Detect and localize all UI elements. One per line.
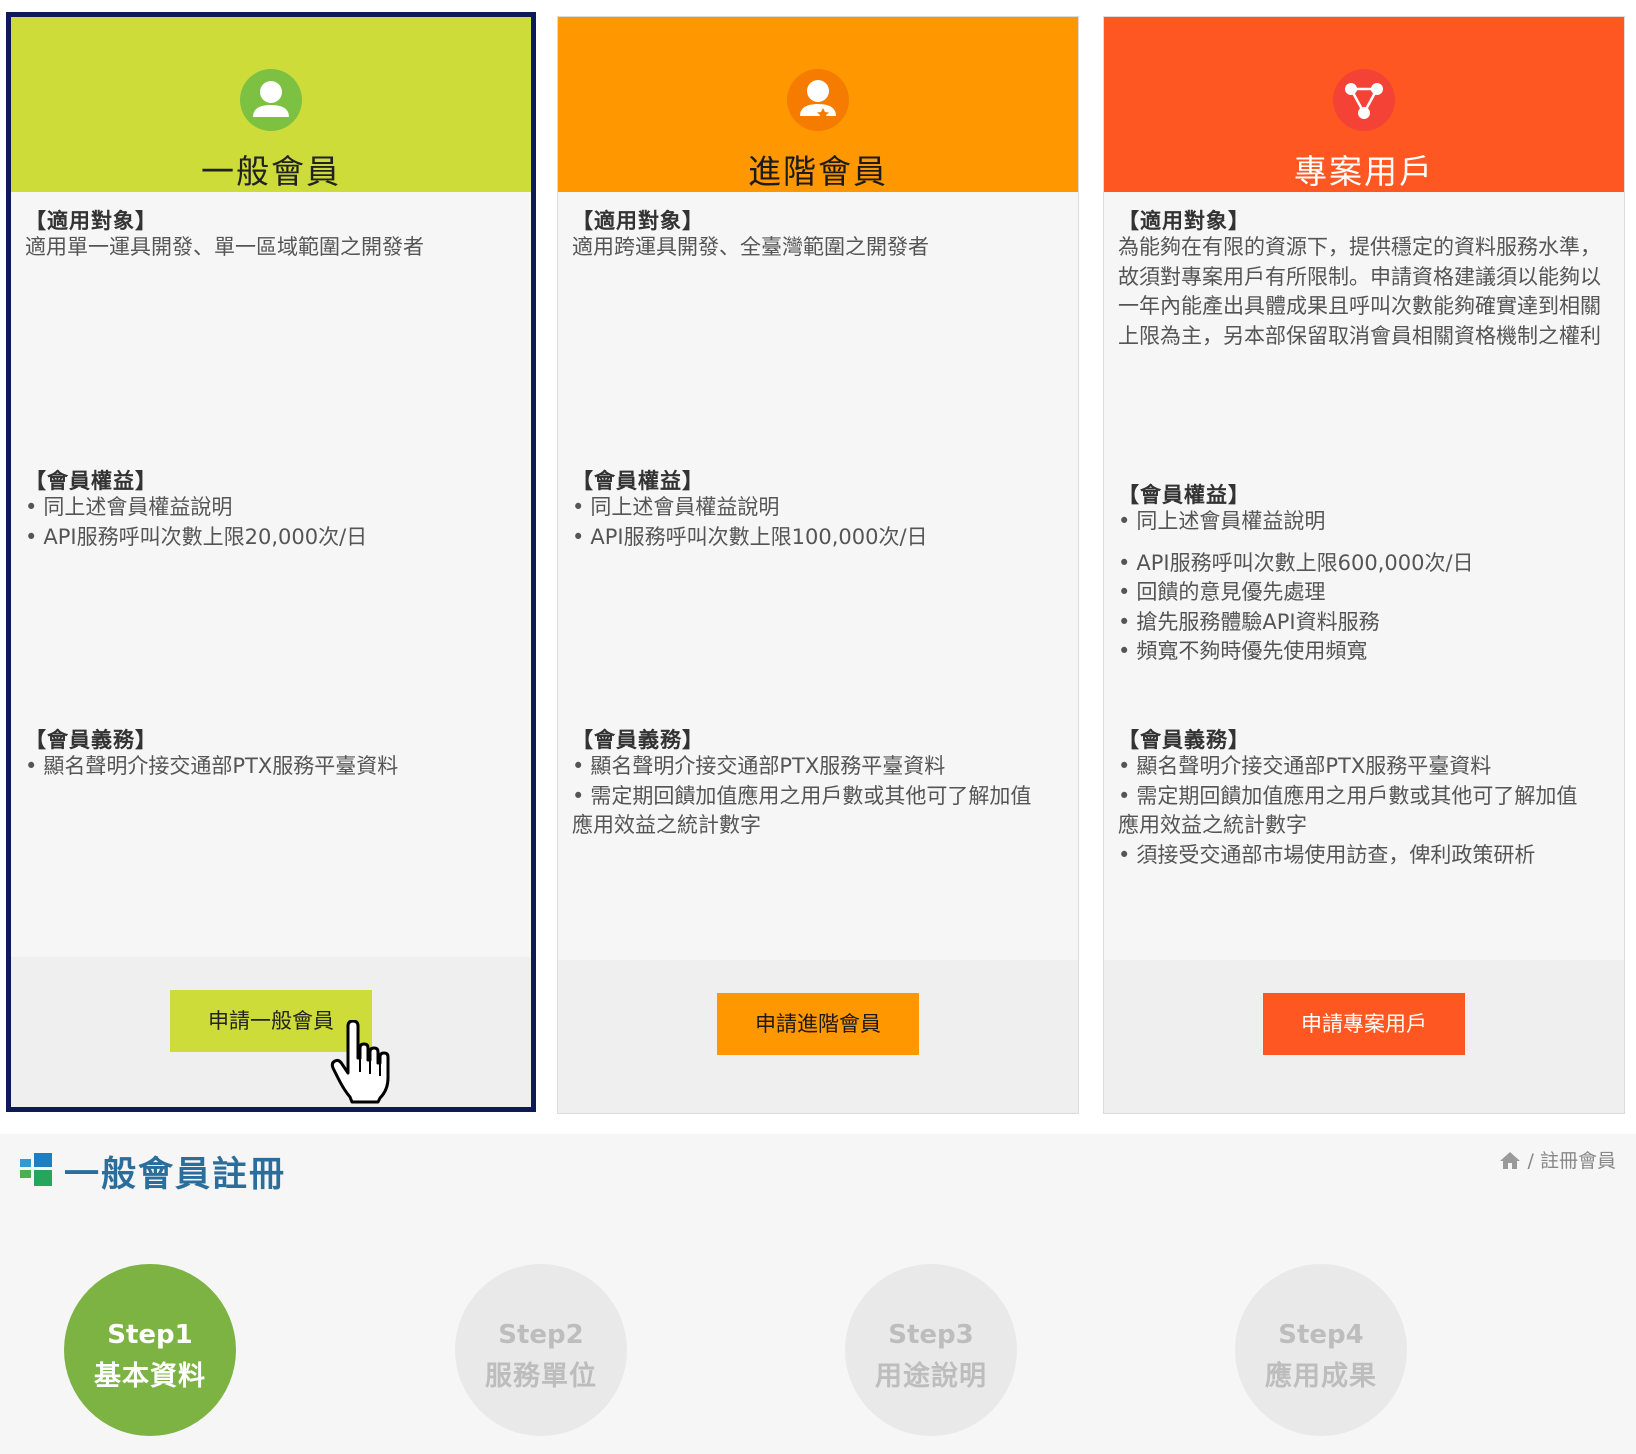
breadcrumb-separator: / <box>1527 1150 1534 1172</box>
plan-card-header: 進階會員 <box>558 17 1078 192</box>
plan-card-header: 專案用戶 <box>1104 17 1624 192</box>
plan-card-advanced[interactable]: 進階會員 【適用對象】 適用跨運具開發、全臺灣範圍之開發者 【會員權益】 同上述… <box>557 16 1079 1114</box>
target-heading: 【適用對象】 <box>1118 209 1250 233</box>
plan-card-project[interactable]: 專案用戶 【適用對象】 為能夠在有限的資源下，提供穩定的資料服務水準，故須對專案… <box>1103 16 1625 1114</box>
step-label: 基本資料 <box>94 1361 206 1392</box>
benefits-list: 同上述會員權益說明 API服務呼叫次數上限100,000次/日 <box>572 493 1064 552</box>
windows-logo-icon <box>20 1151 58 1187</box>
apply-project-button[interactable]: 申請專案用戶 <box>1263 993 1465 1055</box>
benefit-item: 頻寬不夠時優先使用頻寬 <box>1118 637 1610 667</box>
benefits-list: 同上述會員權益說明 API服務呼叫次數上限600,000次/日 回饋的意見優先處… <box>1118 507 1610 667</box>
step-1-basic-info: Step1 基本資料 <box>64 1264 236 1436</box>
target-heading: 【適用對象】 <box>25 209 157 233</box>
target-text: 適用跨運具開發、全臺灣範圍之開發者 <box>572 235 929 259</box>
step-number: Step1 <box>107 1320 193 1350</box>
benefit-item: API服務呼叫次數上限20,000次/日 <box>25 523 519 553</box>
duties-heading: 【會員義務】 <box>1118 728 1250 752</box>
user-star-icon <box>787 69 849 131</box>
network-icon <box>1333 69 1395 131</box>
plan-title: 專案用戶 <box>1294 152 1434 191</box>
step-label: 用途說明 <box>875 1361 987 1392</box>
step-4-results: Step4 應用成果 <box>1235 1264 1407 1436</box>
benefits-list: 同上述會員權益說明 API服務呼叫次數上限20,000次/日 <box>25 493 519 552</box>
duty-item-continued: 應用效益之統計數字 <box>1118 813 1307 837</box>
duty-item: 顯名聲明介接交通部PTX服務平臺資料 <box>25 752 519 782</box>
apply-advanced-button[interactable]: 申請進階會員 <box>717 993 919 1055</box>
target-text: 為能夠在有限的資源下，提供穩定的資料服務水準，故須對專案用戶有所限制。申請資格建… <box>1118 235 1601 348</box>
benefit-item: 同上述會員權益說明 <box>25 493 519 523</box>
step-2-service-unit: Step2 服務單位 <box>455 1264 627 1436</box>
benefit-item: API服務呼叫次數上限600,000次/日 <box>1118 549 1610 579</box>
benefits-heading: 【會員權益】 <box>25 469 157 493</box>
target-heading: 【適用對象】 <box>572 209 704 233</box>
step-label: 服務單位 <box>485 1361 597 1392</box>
duty-item: 顯名聲明介接交通部PTX服務平臺資料 <box>1118 752 1610 782</box>
duty-item: 需定期回饋加值應用之用戶數或其他可了解加值 <box>1118 782 1610 812</box>
duty-item: 顯名聲明介接交通部PTX服務平臺資料 <box>572 752 1064 782</box>
duties-list: 顯名聲明介接交通部PTX服務平臺資料 需定期回饋加值應用之用戶數或其他可了解加值… <box>1118 752 1610 870</box>
benefit-item: 同上述會員權益說明 <box>572 493 1064 523</box>
target-text: 適用單一運具開發、單一區域範圍之開發者 <box>25 235 424 259</box>
page-title: 一般會員註冊 <box>64 1155 287 1195</box>
home-icon[interactable] <box>1499 1150 1521 1170</box>
benefit-item: API服務呼叫次數上限100,000次/日 <box>572 523 1064 553</box>
benefit-item: 回饋的意見優先處理 <box>1118 578 1610 608</box>
breadcrumb-current: 註冊會員 <box>1539 1150 1616 1172</box>
duty-item: 須接受交通部市場使用訪查，俾利政策研析 <box>1118 841 1610 871</box>
plan-card-footer: 申請一般會員 <box>11 957 531 1107</box>
user-icon <box>240 69 302 131</box>
step-label: 應用成果 <box>1265 1361 1377 1392</box>
duties-heading: 【會員義務】 <box>572 728 704 752</box>
breadcrumb: / 註冊會員 <box>1499 1146 1616 1173</box>
benefit-item: 搶先服務體驗API資料服務 <box>1118 608 1610 638</box>
benefits-heading: 【會員權益】 <box>1118 483 1250 507</box>
duties-list: 顯名聲明介接交通部PTX服務平臺資料 需定期回饋加值應用之用戶數或其他可了解加值… <box>572 752 1064 841</box>
step-number: Step4 <box>1278 1320 1364 1350</box>
plan-card-header: 一般會員 <box>11 17 531 192</box>
plan-card-general[interactable]: 一般會員 【適用對象】 適用單一運具開發、單一區域範圍之開發者 【會員權益】 同… <box>6 12 536 1112</box>
benefit-item: 同上述會員權益說明 <box>1118 507 1610 537</box>
step-number: Step2 <box>498 1320 584 1350</box>
duties-heading: 【會員義務】 <box>25 728 157 752</box>
step-number: Step3 <box>888 1320 974 1350</box>
plan-title: 一般會員 <box>201 152 341 191</box>
benefits-heading: 【會員權益】 <box>572 469 704 493</box>
hand-pointer-icon <box>330 1019 396 1104</box>
plan-card-footer: 申請專案用戶 <box>1104 960 1624 1113</box>
registration-section: 一般會員註冊 / 註冊會員 Step1 基本資料 Step2 服務單位 Step… <box>0 1134 1636 1454</box>
duty-item: 需定期回饋加值應用之用戶數或其他可了解加值 <box>572 782 1064 812</box>
plan-title: 進階會員 <box>748 152 888 191</box>
duty-item-continued: 應用效益之統計數字 <box>572 813 761 837</box>
step-3-usage: Step3 用途說明 <box>845 1264 1017 1436</box>
plan-card-footer: 申請進階會員 <box>558 960 1078 1113</box>
duties-list: 顯名聲明介接交通部PTX服務平臺資料 <box>25 752 519 782</box>
